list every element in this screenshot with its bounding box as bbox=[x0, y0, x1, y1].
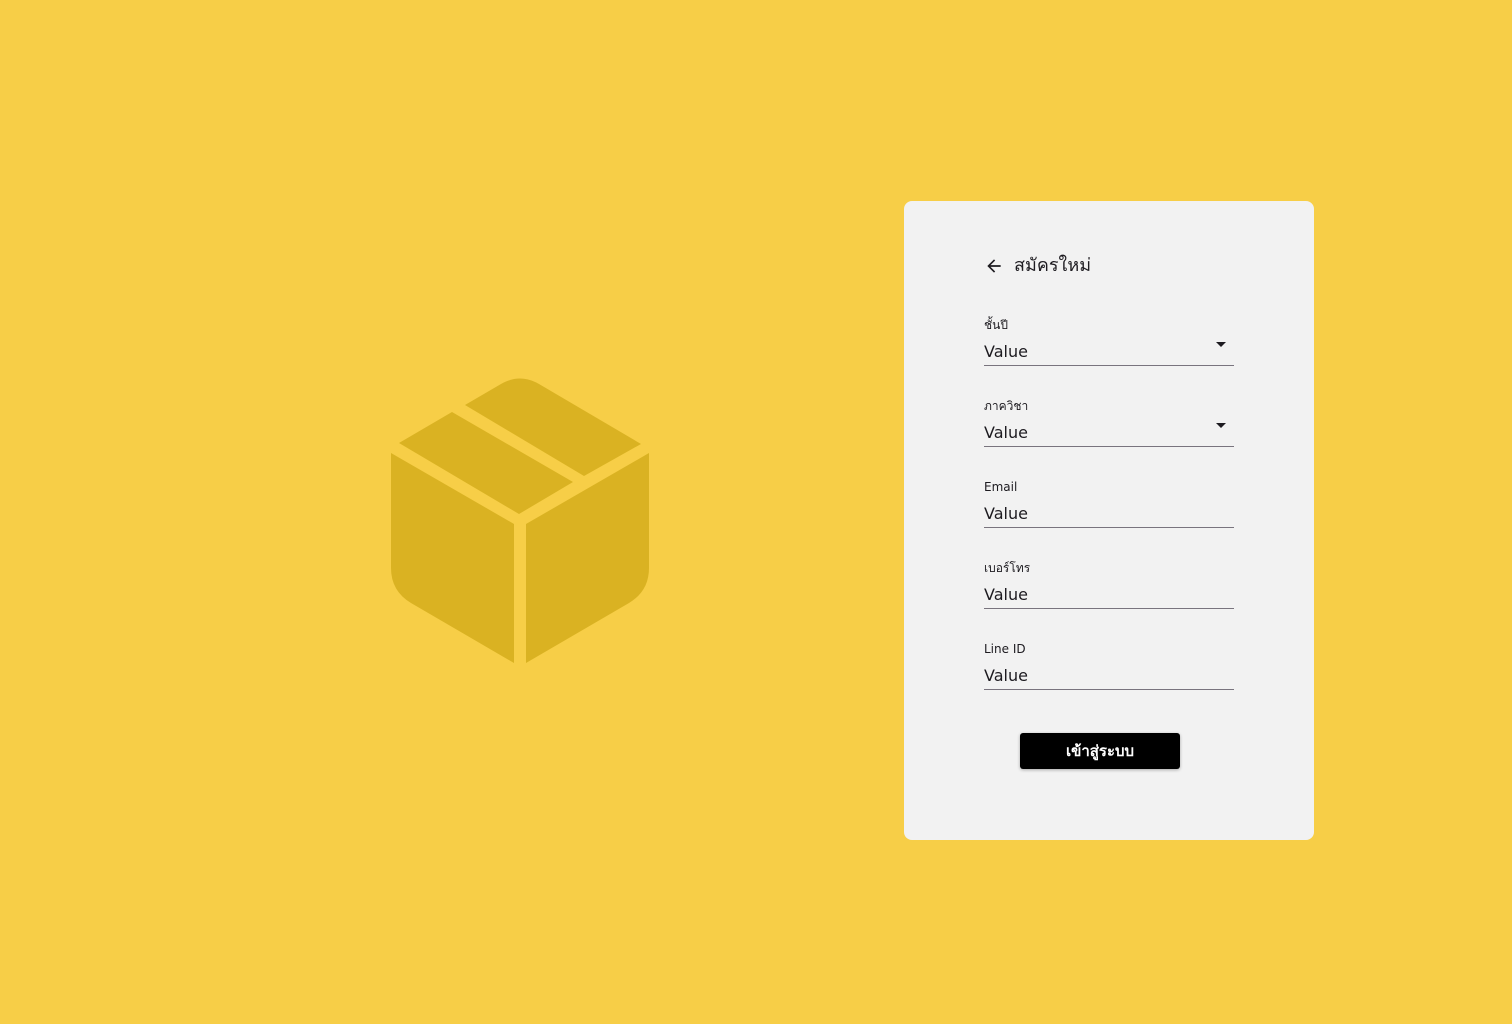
page-title: สมัครใหม่ bbox=[1014, 255, 1092, 276]
line-id-value: Value bbox=[984, 666, 1028, 685]
back-button[interactable] bbox=[982, 254, 1006, 278]
phone-field[interactable]: เบอร์โทร Value bbox=[984, 560, 1234, 609]
box-logo bbox=[385, 372, 655, 668]
form-header: สมัครใหม่ bbox=[984, 253, 1091, 279]
year-select[interactable]: ชั้นปี Value bbox=[984, 317, 1234, 366]
year-value: Value bbox=[984, 342, 1028, 361]
year-label: ชั้นปี bbox=[984, 318, 1008, 332]
phone-label: เบอร์โทร bbox=[984, 561, 1031, 575]
signup-card: สมัครใหม่ ชั้นปี Value ภาควิชา Value Ema… bbox=[904, 201, 1314, 840]
caret-down-icon bbox=[1216, 342, 1226, 347]
department-value: Value bbox=[984, 423, 1028, 442]
phone-value: Value bbox=[984, 585, 1028, 604]
caret-down-icon bbox=[1216, 423, 1226, 428]
login-button[interactable]: เข้าสู่ระบบ bbox=[1020, 733, 1180, 769]
department-label: ภาควิชา bbox=[984, 399, 1029, 413]
arrow-left-icon bbox=[987, 259, 1001, 273]
package-box-icon bbox=[391, 378, 649, 663]
email-field[interactable]: Email Value bbox=[984, 479, 1234, 528]
line-id-field[interactable]: Line ID Value bbox=[984, 641, 1234, 690]
line-id-label: Line ID bbox=[984, 642, 1026, 656]
email-value: Value bbox=[984, 504, 1028, 523]
department-select[interactable]: ภาควิชา Value bbox=[984, 398, 1234, 447]
email-label: Email bbox=[984, 480, 1018, 494]
